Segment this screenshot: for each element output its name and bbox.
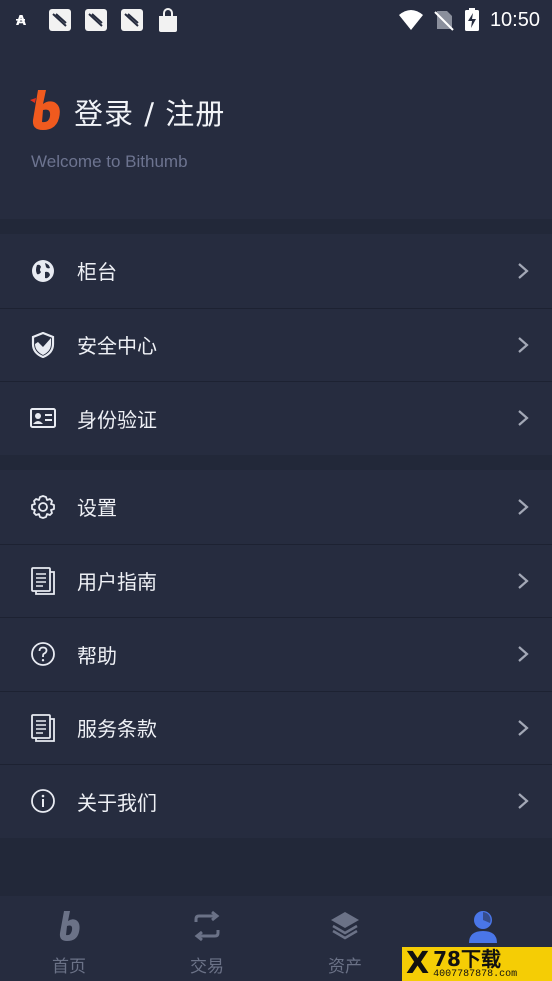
chevron-right-icon bbox=[516, 719, 530, 737]
wifi-icon bbox=[398, 9, 424, 31]
question-icon bbox=[29, 640, 57, 668]
user-icon bbox=[467, 910, 499, 948]
chevron-right-icon bbox=[516, 792, 530, 810]
tab-label: 资产 bbox=[328, 957, 362, 977]
menu-item-settings[interactable]: 设置 bbox=[0, 470, 552, 544]
document-icon bbox=[29, 713, 57, 742]
id-card-icon bbox=[29, 404, 57, 432]
document-icon bbox=[29, 566, 57, 595]
chevron-right-icon bbox=[516, 498, 530, 516]
bithumb-home-icon bbox=[56, 910, 82, 946]
chevron-right-icon bbox=[516, 336, 530, 354]
menu-item-label: 安全中心 bbox=[77, 334, 157, 359]
app-notification-icon bbox=[48, 8, 72, 32]
shopping-bag-icon bbox=[156, 7, 180, 33]
tab-home[interactable]: 首页 bbox=[0, 896, 138, 981]
menu-item-counter[interactable]: 柜台 bbox=[0, 234, 552, 308]
menu-item-label: 身份验证 bbox=[77, 407, 157, 432]
chevron-right-icon bbox=[516, 572, 530, 590]
shield-icon bbox=[29, 331, 57, 359]
profile-header: 登录 / 注册 Welcome to Bithumb bbox=[0, 40, 552, 219]
login-register-title: 登录 / 注册 bbox=[74, 97, 226, 131]
menu-item-help[interactable]: 帮助 bbox=[0, 617, 552, 691]
no-sim-icon bbox=[434, 9, 454, 31]
layers-icon bbox=[329, 910, 361, 946]
chevron-right-icon bbox=[516, 262, 530, 280]
watermark-x-logo: X bbox=[406, 946, 430, 981]
menu-group-general: 设置 用户指南 帮助 服务条款 关于我们 bbox=[0, 470, 552, 838]
gear-icon bbox=[29, 493, 57, 521]
menu-item-label: 设置 bbox=[77, 496, 117, 521]
status-bar: A 10:50 bbox=[0, 0, 552, 40]
tab-trade[interactable]: 交易 bbox=[138, 896, 276, 981]
menu-item-label: 服务条款 bbox=[77, 717, 157, 742]
watermark-badge: X 78下载 4007787878.com bbox=[402, 947, 552, 981]
app-notification-icon bbox=[84, 8, 108, 32]
menu-item-terms-of-service[interactable]: 服务条款 bbox=[0, 690, 552, 765]
watermark-text: 78下载 bbox=[433, 946, 501, 971]
menu-item-about-us[interactable]: 关于我们 bbox=[0, 764, 552, 838]
menu-item-user-guide[interactable]: 用户指南 bbox=[0, 543, 552, 618]
svg-text:A: A bbox=[16, 14, 26, 28]
menu-item-label: 用户指南 bbox=[77, 570, 157, 595]
chevron-right-icon bbox=[516, 409, 530, 427]
battery-charging-icon bbox=[464, 8, 480, 32]
info-icon bbox=[29, 787, 57, 815]
login-register-link[interactable]: 登录 / 注册 bbox=[28, 88, 225, 136]
menu-item-label: 帮助 bbox=[77, 643, 117, 668]
welcome-text: Welcome to Bithumb bbox=[31, 152, 188, 171]
menu-group-account: 柜台 安全中心 身份验证 bbox=[0, 234, 552, 455]
watermark-phone: 4007787878.com bbox=[433, 968, 518, 980]
menu-item-label: 柜台 bbox=[77, 260, 117, 285]
chevron-right-icon bbox=[516, 645, 530, 663]
tab-label: 首页 bbox=[52, 957, 86, 977]
tab-assets[interactable]: 资产 bbox=[276, 896, 414, 981]
globe-icon bbox=[29, 257, 57, 285]
app-notification-icon bbox=[120, 8, 144, 32]
font-icon: A bbox=[16, 12, 36, 28]
tab-label: 交易 bbox=[190, 957, 224, 977]
menu-item-identity-verification[interactable]: 身份验证 bbox=[0, 381, 552, 455]
menu-item-security-center[interactable]: 安全中心 bbox=[0, 307, 552, 382]
menu-item-label: 关于我们 bbox=[77, 790, 157, 815]
bithumb-logo bbox=[28, 88, 64, 136]
exchange-arrows-icon bbox=[192, 910, 222, 946]
clock: 10:50 bbox=[489, 8, 540, 31]
